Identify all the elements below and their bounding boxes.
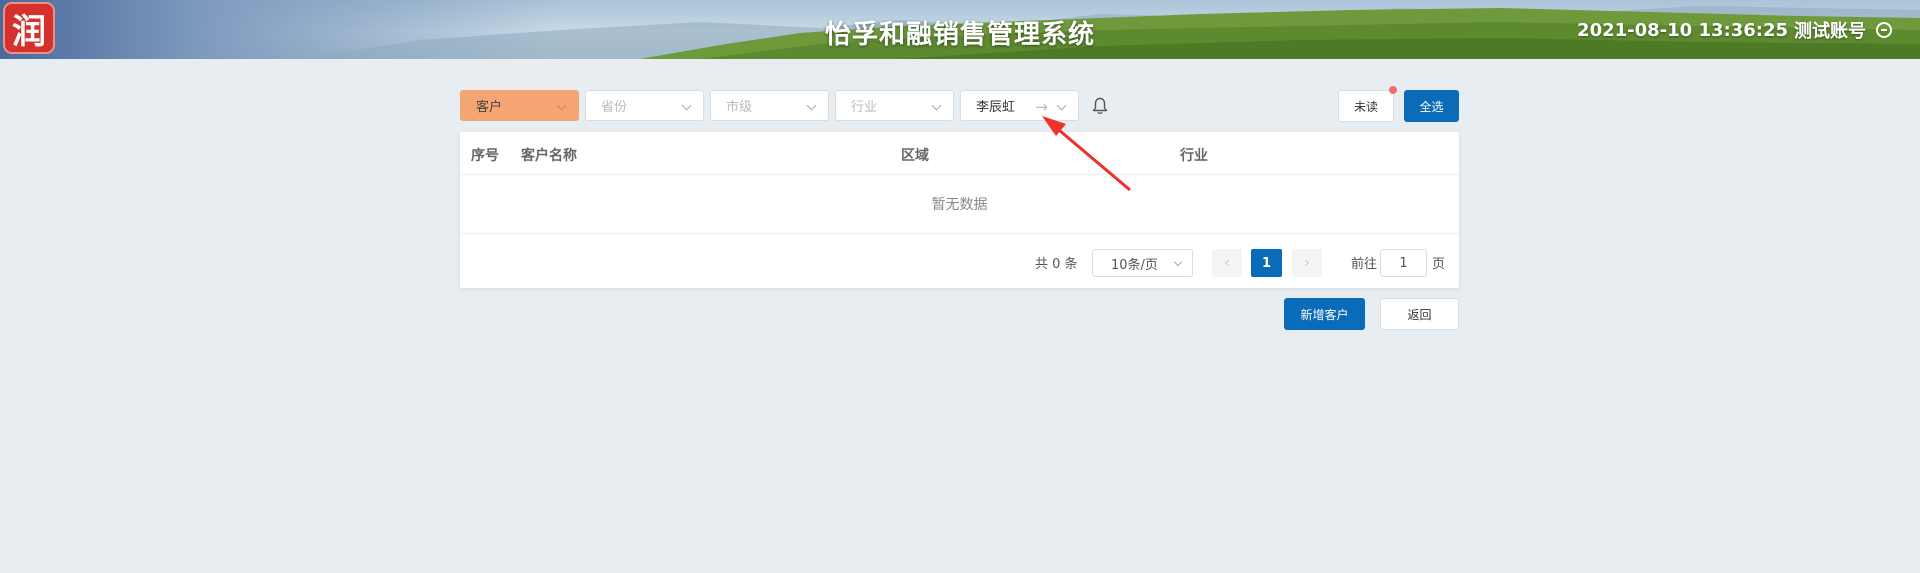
chevron-down-icon: [681, 100, 692, 111]
column-header-customer-name: 客户名称: [521, 148, 577, 164]
user-select-value: 李辰虹: [976, 100, 1016, 115]
customer-select[interactable]: 客户: [460, 90, 579, 121]
city-select[interactable]: 市级: [710, 90, 829, 121]
city-select-placeholder: 市级: [726, 100, 753, 115]
chevron-right-icon: ›: [1304, 255, 1310, 271]
add-customer-button[interactable]: 新增客户: [1284, 298, 1365, 330]
customer-table-card: 序号 客户名称 区域 行业 暂无数据 共 0 条 10条/页 ‹ 1 › 前往 …: [460, 132, 1459, 288]
chevron-down-icon: [806, 100, 817, 111]
chevron-down-icon: [1173, 257, 1183, 267]
arrow-right-icon[interactable]: →: [1035, 98, 1048, 116]
page-size-value: 10条/页: [1111, 257, 1158, 273]
page-number-current[interactable]: 1: [1251, 249, 1282, 277]
bell-icon[interactable]: [1092, 97, 1108, 115]
unread-button[interactable]: 未读: [1338, 86, 1397, 122]
header-user-area: 2021-08-10 13:36:25 测试账号: [1577, 17, 1892, 43]
column-header-industry: 行业: [1180, 148, 1208, 164]
select-all-button[interactable]: 全选: [1404, 90, 1459, 122]
unread-badge-dot: [1389, 86, 1397, 94]
app-header: 润 怡孚和融销售管理系统 2021-08-10 13:36:25 测试账号: [0, 0, 1920, 59]
chevron-down-icon: [1056, 100, 1067, 111]
industry-select[interactable]: 行业: [835, 90, 954, 121]
unread-button-label: 未读: [1353, 99, 1378, 114]
pagination: 共 0 条 10条/页 ‹ 1 › 前往 页: [460, 234, 1459, 288]
add-customer-button-label: 新增客户: [1300, 307, 1349, 322]
province-select-placeholder: 省份: [601, 100, 628, 115]
user-select[interactable]: 李辰虹 →: [960, 90, 1079, 121]
goto-label: 前往: [1351, 257, 1378, 272]
chevron-left-icon: ‹: [1224, 255, 1230, 271]
select-all-button-label: 全选: [1419, 99, 1444, 114]
goto-suffix: 页: [1432, 257, 1446, 272]
page-size-select[interactable]: 10条/页: [1092, 249, 1193, 277]
prev-page-button[interactable]: ‹: [1212, 249, 1242, 277]
empty-text: 暂无数据: [931, 197, 988, 213]
industry-select-placeholder: 行业: [851, 100, 878, 115]
goto-page-input[interactable]: [1380, 249, 1427, 277]
back-button[interactable]: 返回: [1380, 298, 1459, 330]
column-header-index: 序号: [471, 148, 499, 164]
column-header-region: 区域: [901, 148, 929, 164]
back-button-label: 返回: [1407, 307, 1432, 322]
pagination-total: 共 0 条: [1035, 257, 1078, 272]
chevron-down-icon: [556, 100, 567, 111]
customer-select-value: 客户: [476, 100, 503, 115]
logout-icon[interactable]: [1876, 22, 1892, 38]
header-account[interactable]: 测试账号: [1794, 17, 1866, 43]
table-header: 序号 客户名称 区域 行业: [460, 132, 1459, 175]
filter-bar: 客户 省份 市级 行业 李辰虹 →: [460, 90, 1079, 121]
province-select[interactable]: 省份: [585, 90, 704, 121]
next-page-button[interactable]: ›: [1292, 249, 1322, 277]
chevron-down-icon: [931, 100, 942, 111]
header-datetime: 2021-08-10 13:36:25: [1577, 19, 1788, 41]
table-empty-state: 暂无数据: [460, 175, 1459, 234]
